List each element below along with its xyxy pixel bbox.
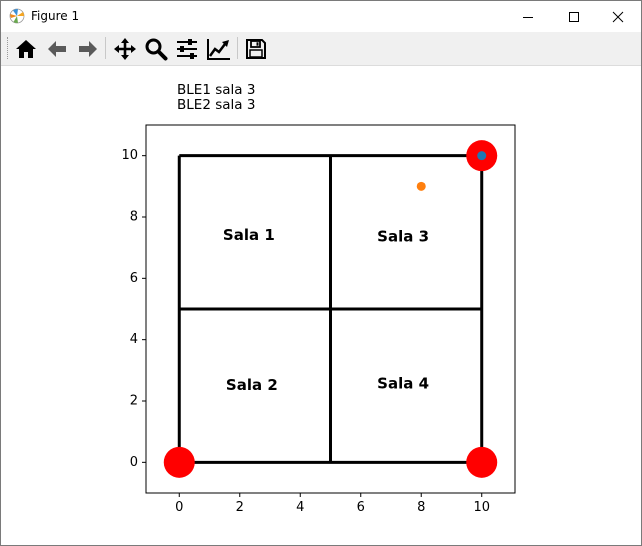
y-tick-label-0: 0 [130, 455, 138, 470]
anchor-marker-1 [163, 446, 195, 478]
floppy-disk-icon [246, 39, 266, 59]
x-axis: 0 2 4 6 8 10 [175, 493, 490, 515]
figure-canvas[interactable]: BLE1 sala 3 BLE2 sala 3 Sala 1 Sala 2 Sala… [1, 66, 641, 545]
home-icon [16, 40, 36, 58]
navigation-toolbar [1, 32, 641, 66]
room-plot[interactable]: Sala 1 Sala 2 Sala 3 Sala 4 0 2 4 6 8 10 0 2 4 6 8 10 [1, 66, 641, 545]
close-button[interactable] [595, 1, 641, 32]
y-tick-label-10: 10 [121, 148, 138, 163]
y-axis: 0 2 4 6 8 10 [121, 148, 146, 470]
position-marker-0-0 [477, 151, 487, 161]
y-tick-label-4: 4 [130, 332, 138, 347]
x-tick-label-10: 10 [473, 500, 490, 515]
pan-button[interactable] [112, 36, 138, 62]
minimize-icon [523, 16, 533, 18]
position-marker-1-0 [416, 181, 426, 191]
minimize-button[interactable] [505, 1, 551, 32]
room-label-4: Sala 4 [377, 375, 429, 393]
x-tick-label-2: 2 [236, 500, 244, 515]
line-chart-icon [207, 39, 230, 60]
room-label-2: Sala 2 [226, 376, 278, 394]
arrow-right-icon [79, 41, 97, 57]
save-button[interactable] [243, 36, 269, 62]
back-button[interactable] [44, 36, 70, 62]
toolbar-grip [7, 37, 10, 59]
x-tick-label-4: 4 [296, 500, 304, 515]
figure-window: Figure 1 BLE1 sala 3 BLE2 sala 3 Sala 1 … [0, 0, 642, 546]
toolbar-separator [105, 37, 106, 59]
room-label-1: Sala 1 [223, 226, 275, 244]
zoom-button[interactable] [143, 36, 169, 62]
y-tick-label-2: 2 [130, 394, 138, 409]
home-button[interactable] [13, 36, 39, 62]
window-title: Figure 1 [31, 9, 80, 23]
maximize-button[interactable] [551, 1, 597, 32]
y-tick-label-6: 6 [130, 271, 138, 286]
x-tick-label-6: 6 [357, 500, 365, 515]
customize-button[interactable] [206, 36, 232, 62]
x-tick-label-8: 8 [417, 500, 425, 515]
arrow-left-icon [48, 41, 66, 57]
matplotlib-logo-icon [9, 8, 25, 24]
title-bar[interactable]: Figure 1 [1, 1, 641, 32]
move-arrows-icon [114, 38, 136, 60]
magnifier-icon [145, 38, 168, 61]
toolbar-separator [237, 37, 238, 59]
anchor-marker-2 [466, 446, 498, 478]
x-tick-label-0: 0 [175, 500, 183, 515]
subplots-button[interactable] [174, 36, 200, 62]
sliders-icon [177, 39, 197, 59]
room-label-3: Sala 3 [377, 227, 429, 245]
maximize-icon [569, 11, 579, 22]
y-tick-label-8: 8 [130, 210, 138, 225]
close-icon [612, 11, 624, 22]
forward-button[interactable] [75, 36, 101, 62]
